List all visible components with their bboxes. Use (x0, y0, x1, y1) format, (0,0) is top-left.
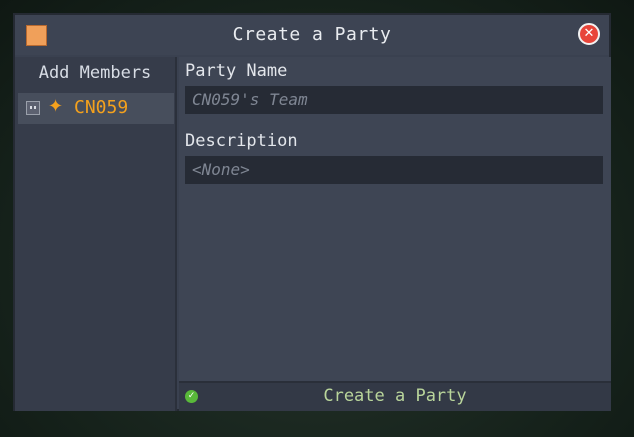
description-input[interactable]: <None> (185, 156, 603, 184)
members-sidebar: Add Members ✦ CN059 (15, 57, 177, 411)
window-title: Create a Party (232, 24, 392, 45)
create-party-label: Create a Party (323, 386, 467, 406)
create-party-window: Create a Party ✕ Add Members ✦ CN059 Par… (13, 13, 611, 411)
sidebar-title: Add Members (38, 63, 152, 83)
create-party-button[interactable]: ✓ Create a Party (179, 381, 611, 411)
member-name: CN059 (74, 97, 129, 118)
party-name-label: Party Name (185, 61, 288, 81)
member-list-item[interactable]: ✦ CN059 (18, 93, 174, 124)
star-icon: ✦ (48, 96, 64, 117)
title-bar: Create a Party ✕ (15, 15, 609, 55)
close-icon[interactable]: ✕ (578, 23, 600, 45)
player-head-icon (26, 101, 40, 115)
party-form: Party Name CN059's Team Description <Non… (179, 57, 611, 381)
description-label: Description (185, 131, 298, 151)
party-name-input[interactable]: CN059's Team (185, 86, 603, 114)
